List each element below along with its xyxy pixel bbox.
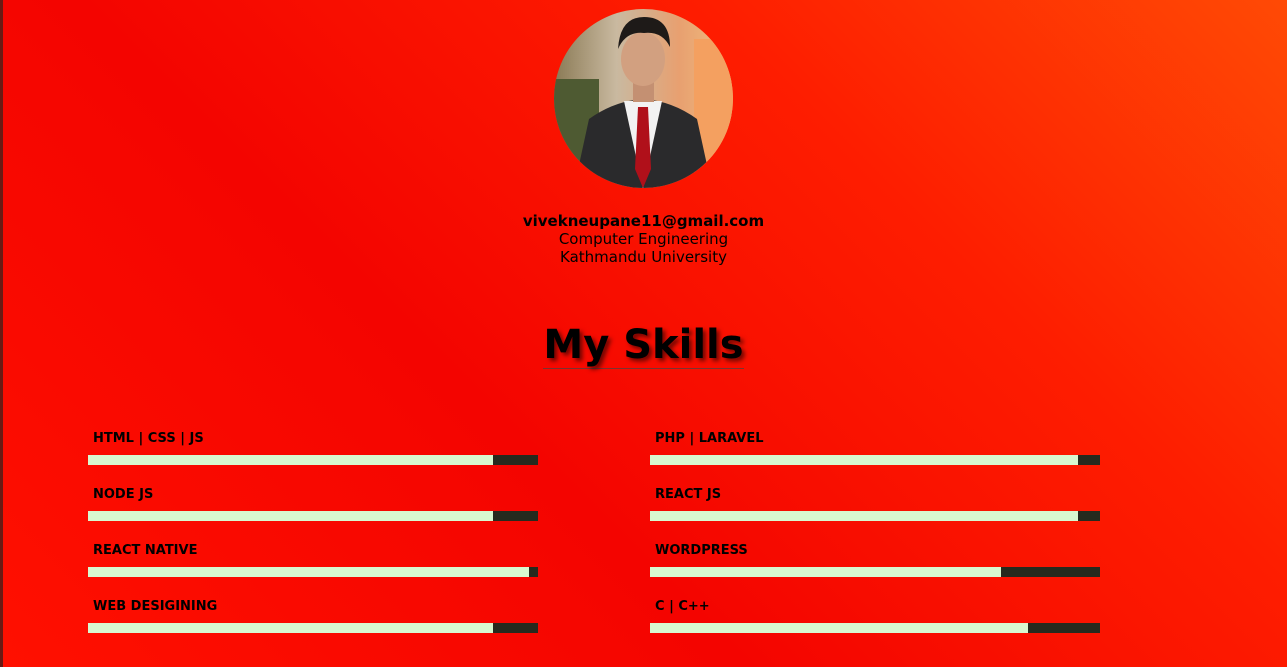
skill-progress-bar <box>650 567 1100 577</box>
profile-university: Kathmandu University <box>560 248 727 266</box>
skill-progress-bar <box>88 567 538 577</box>
skill-progress-fill <box>650 567 1001 577</box>
skills-heading: My Skills <box>543 322 744 369</box>
profile-photo <box>554 9 733 188</box>
profile-program: Computer Engineering <box>558 230 729 248</box>
skill-label: WEB DESIGINING <box>93 599 218 614</box>
profile-avatar <box>554 9 733 188</box>
skill-label: PHP | LARAVEL <box>655 431 764 446</box>
skill-progress-fill <box>650 455 1078 465</box>
skill-label: WORDPRESS <box>655 543 748 558</box>
skill-progress-fill <box>88 623 493 633</box>
skill-progress-bar <box>650 511 1100 521</box>
skill-progress-bar <box>650 455 1100 465</box>
skill-progress-fill <box>650 511 1078 521</box>
skill-progress-fill <box>88 511 493 521</box>
skill-progress-bar <box>88 623 538 633</box>
skill-label: REACT NATIVE <box>93 543 198 558</box>
skill-progress-fill <box>88 455 493 465</box>
skill-label: C | C++ <box>655 599 710 614</box>
profile-email: vivekneupane11@gmail.com <box>522 212 765 230</box>
skill-progress-fill <box>88 567 529 577</box>
skill-progress-bar <box>650 623 1100 633</box>
skills-heading-wrapper: My Skills <box>0 322 1287 369</box>
skill-progress-bar <box>88 511 538 521</box>
skill-label: HTML | CSS | JS <box>93 431 204 446</box>
skill-progress-bar <box>88 455 538 465</box>
skill-label: REACT JS <box>655 487 722 502</box>
profile-section: vivekneupane11@gmail.com Computer Engine… <box>0 9 1287 266</box>
skill-label: NODE JS <box>93 487 154 502</box>
skill-progress-fill <box>650 623 1028 633</box>
